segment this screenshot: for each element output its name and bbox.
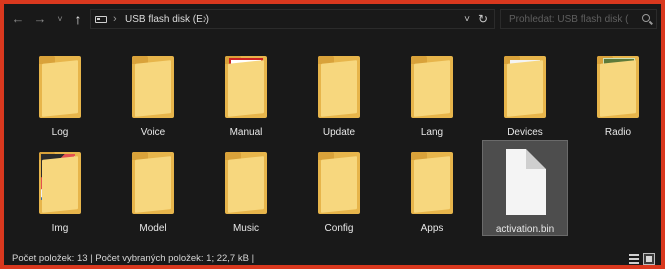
folder-item[interactable]: Manual [203, 44, 289, 140]
item-label: Log [51, 127, 69, 138]
item-label: Lang [420, 127, 444, 138]
item-label: Devices [507, 127, 543, 138]
folder-icon [597, 56, 639, 118]
item-label: Music [232, 223, 260, 234]
file-item[interactable]: activation.bin [482, 140, 568, 236]
folder-item[interactable]: Voice [110, 44, 196, 140]
details-view-icon[interactable] [629, 254, 639, 264]
folder-icon [39, 56, 81, 118]
items-view: Log Voice Manual Update Lang Devices Radio Img M… [4, 36, 661, 250]
folder-icon [504, 56, 546, 118]
folder-item[interactable]: Lang [389, 44, 475, 140]
item-label: Model [139, 223, 167, 234]
folder-item[interactable]: Config [296, 140, 382, 236]
folder-item[interactable]: Log [17, 44, 103, 140]
search-icon [642, 14, 650, 22]
item-label: Img [51, 223, 69, 234]
status-bar: Počet položek: 13 | Počet vybraných polo… [4, 250, 661, 265]
search-input[interactable]: Prohledat: USB flash disk (E:) [500, 9, 657, 29]
folder-icon [318, 56, 360, 118]
folder-item[interactable]: Devices [482, 44, 568, 140]
folder-item[interactable]: Update [296, 44, 382, 140]
folder-item[interactable]: Music [203, 140, 289, 236]
arrow-right-icon[interactable]: → [32, 11, 48, 27]
path-history-dropdown-icon[interactable]: ˅ [464, 13, 470, 27]
large-icons-view-icon[interactable] [643, 253, 655, 265]
arrow-up-icon[interactable]: ↑ [70, 11, 86, 27]
folder-icon [225, 152, 267, 214]
item-label: Radio [604, 127, 632, 138]
item-label: Config [324, 223, 354, 234]
item-label: Manual [229, 127, 263, 138]
refresh-icon[interactable]: ↻ [478, 12, 488, 26]
address-bar: ← → ˅ ↑ › USB flash disk (E:) › ˅ ↻ Proh… [4, 4, 661, 34]
file-icon [506, 149, 546, 215]
folder-icon [318, 152, 360, 214]
folder-icon [411, 152, 453, 214]
folder-icon [411, 56, 453, 118]
item-label: activation.bin [495, 224, 555, 235]
folder-item[interactable]: Radio [575, 44, 661, 140]
breadcrumb[interactable]: USB flash disk (E:) [125, 13, 209, 27]
chevron-down-icon[interactable]: ˅ [52, 11, 68, 27]
status-text: Počet položek: 13 | Počet vybraných polo… [12, 253, 255, 264]
chevron-right-icon[interactable]: › [113, 12, 117, 26]
folder-item[interactable]: Apps [389, 140, 475, 236]
folder-icon [132, 56, 174, 118]
item-label: Update [322, 127, 356, 138]
folder-icon [225, 56, 267, 118]
path-box[interactable]: › USB flash disk (E:) › ˅ ↻ [90, 9, 495, 29]
chevron-right-icon[interactable]: › [203, 12, 207, 26]
folder-item[interactable]: Img [17, 140, 103, 236]
arrow-left-icon[interactable]: ← [10, 11, 26, 27]
folder-icon [132, 152, 174, 214]
folder-icon [39, 152, 81, 214]
drive-icon [95, 16, 107, 23]
item-label: Voice [140, 127, 166, 138]
explorer-window: ← → ˅ ↑ › USB flash disk (E:) › ˅ ↻ Proh… [0, 0, 665, 269]
folder-item[interactable]: Model [110, 140, 196, 236]
item-label: Apps [420, 223, 444, 234]
search-placeholder: Prohledat: USB flash disk (E:) [509, 14, 629, 25]
